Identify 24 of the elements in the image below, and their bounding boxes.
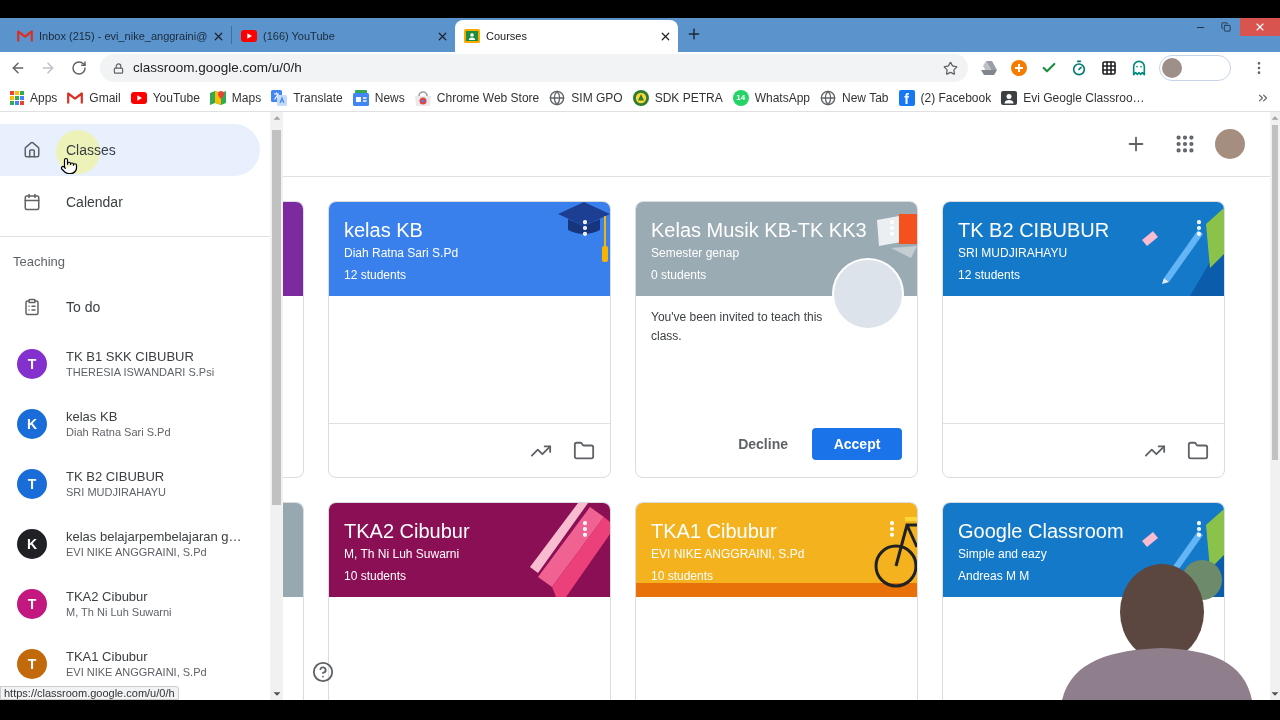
section-heading: Teaching [13,252,66,271]
initial-avatar: T [17,589,47,619]
count-badge: 14 [732,89,749,106]
logo-tile: f [898,89,915,106]
class-detail: Andreas M M [958,568,1030,584]
initial-avatar: T [17,349,47,379]
class-detail: 10 students [344,568,407,584]
class-subtitle: EVI NIKE ANGGRAINI, S.Pd [651,546,805,562]
initial-avatar: T [17,469,47,499]
class-subtitle: SRI MUDJIRAHAYU [958,245,1068,261]
invite-message: You've been invited to teach this class. [651,309,824,345]
class-subtitle: Simple and eazy [958,546,1047,562]
class-subtitle: M, Th Ni Luh Suwarni [344,546,460,562]
class-subtitle: Semester genap [651,245,740,261]
initial-avatar: K [17,409,47,439]
class-subtitle: Diah Ratna Sari S.Pd [344,245,459,261]
class-detail: 10 students [651,568,714,584]
class-detail: 12 students [344,267,407,283]
url-text: classroom.google.com/u/0/h [133,58,302,77]
status-url-tooltip: https://classroom.google.com/u/0/h [0,686,179,700]
class-detail: 0 students [651,267,707,283]
initial-avatar: T [17,649,47,679]
initial-avatar: K [17,529,47,559]
class-detail: 12 students [958,267,1021,283]
